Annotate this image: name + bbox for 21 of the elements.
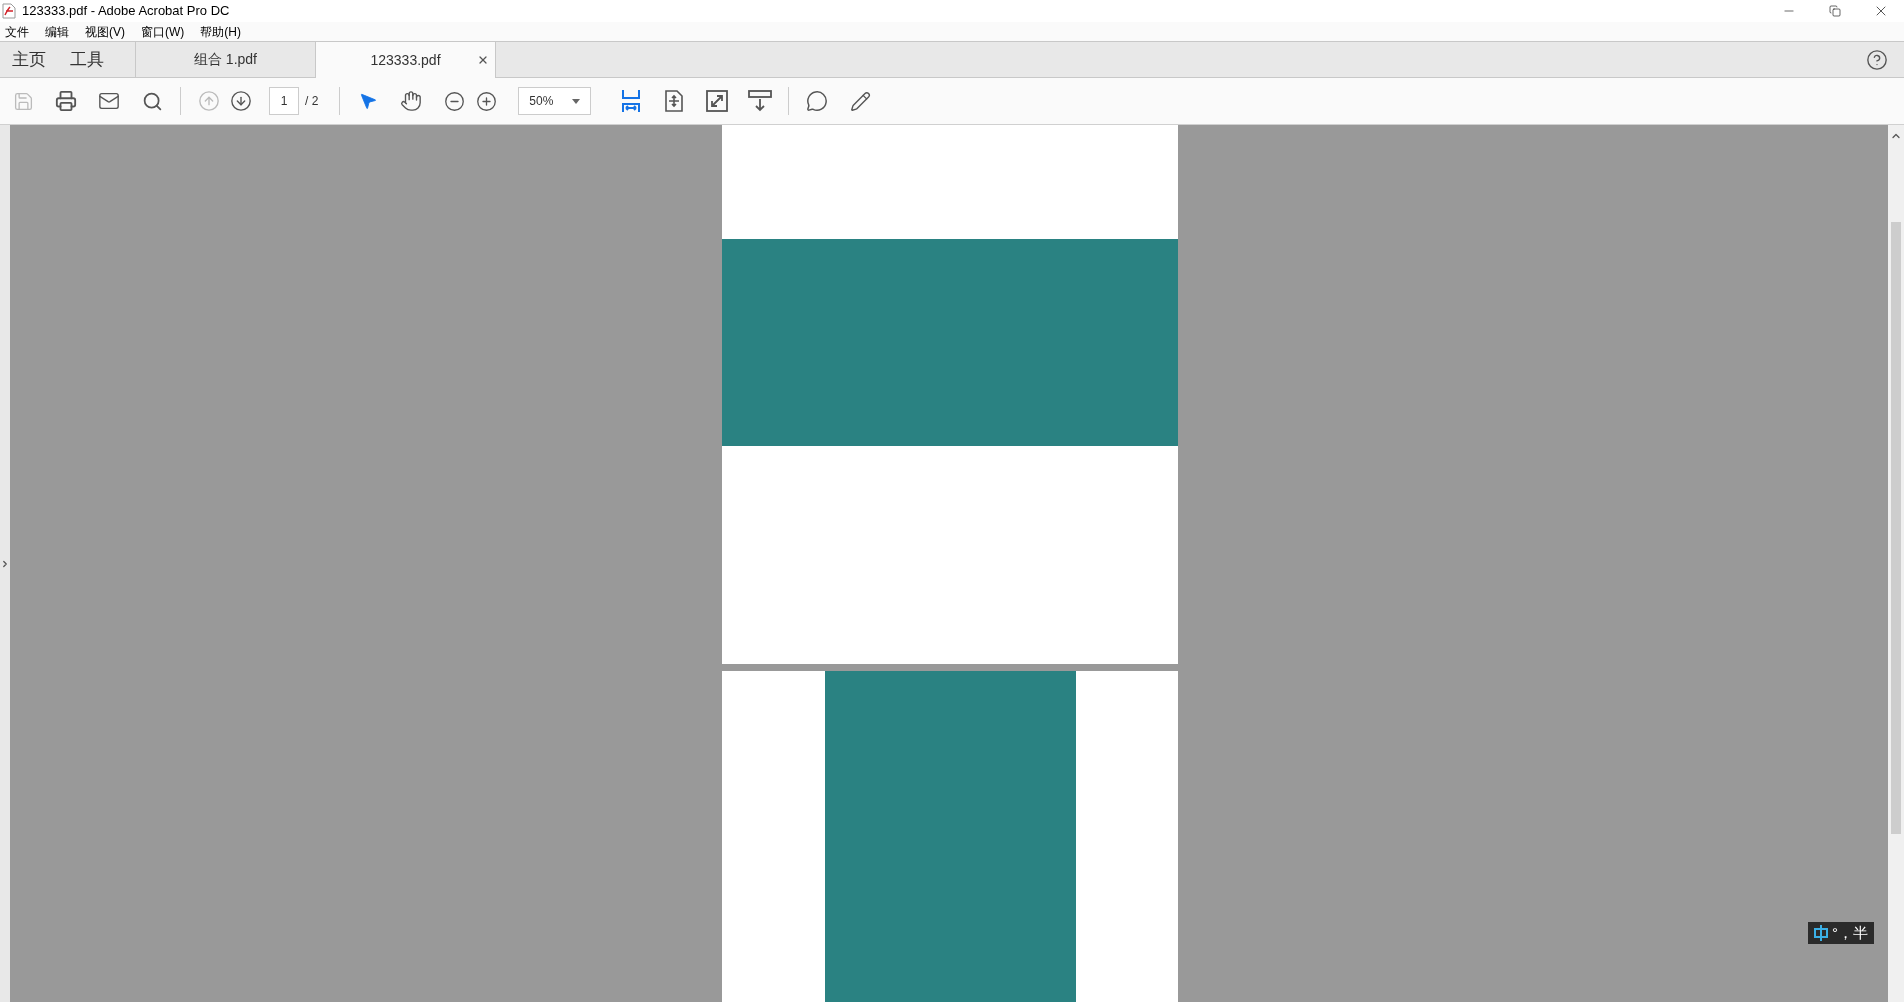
tab-label: 组合 1.pdf bbox=[194, 50, 257, 69]
dropdown-caret-icon bbox=[572, 98, 581, 104]
scrollbar-thumb[interactable] bbox=[1891, 222, 1901, 834]
ime-mode-icon[interactable] bbox=[1814, 925, 1828, 941]
nav-tab[interactable]: 工具 bbox=[70, 46, 104, 73]
window-title: 123333.pdf - Adobe Acrobat Pro DC bbox=[22, 2, 230, 21]
tab-label: 123333.pdf bbox=[370, 50, 441, 70]
document-tab[interactable]: 123333.pdf bbox=[315, 42, 495, 78]
expand-panel-icon[interactable] bbox=[0, 558, 10, 569]
menu-item[interactable]: 文件 bbox=[5, 22, 29, 41]
menu-item[interactable]: 编辑 bbox=[45, 22, 69, 41]
page-total: / 2 bbox=[305, 93, 319, 110]
help-icon[interactable] bbox=[1866, 48, 1888, 71]
page-number-field[interactable]: 1 bbox=[269, 87, 299, 115]
menu-item[interactable]: 帮助(H) bbox=[200, 22, 241, 41]
nav-tab[interactable]: 主页 bbox=[12, 46, 46, 73]
menu-item[interactable]: 窗口(W) bbox=[141, 22, 185, 41]
ime-status: °，半 bbox=[1832, 922, 1868, 943]
menu-item[interactable]: 视图(V) bbox=[85, 22, 125, 41]
tab-close-icon[interactable] bbox=[477, 54, 489, 66]
zoom-dropdown[interactable]: 50% bbox=[518, 87, 592, 115]
